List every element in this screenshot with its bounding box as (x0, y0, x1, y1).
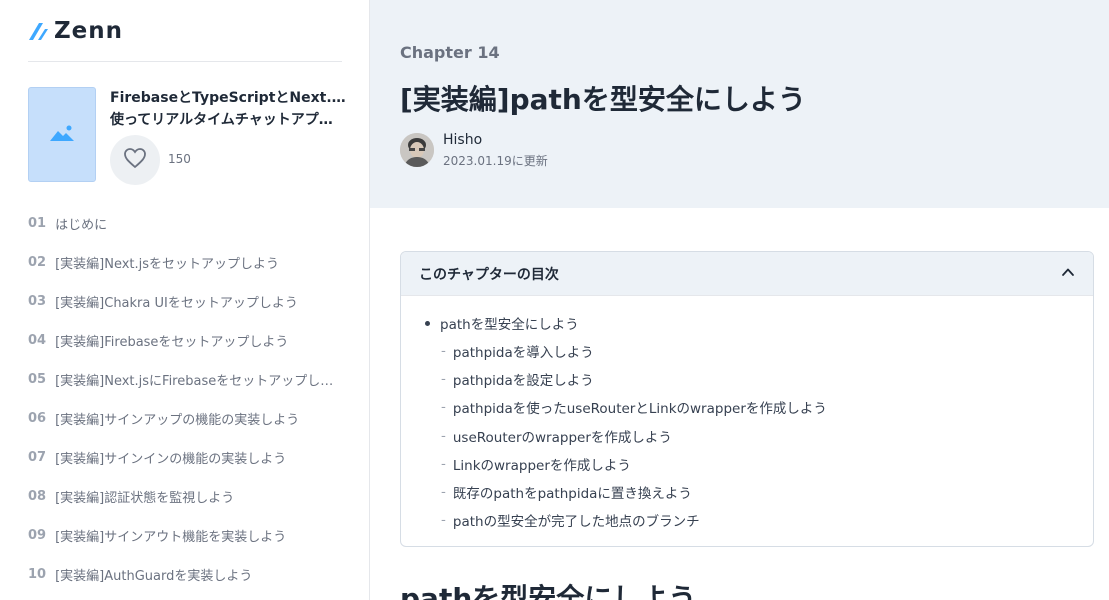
chapter-toc: このチャプターの目次 pathを型安全にしよう - pathpidaを導入しよう … (400, 251, 1094, 547)
like-button[interactable] (110, 135, 160, 185)
toc-sub-label: pathpidaを使ったuseRouterとLinkのwrapperを作成しよう (452, 401, 827, 418)
toc-sub-label: pathの型安全が完了した地点のブランチ (452, 514, 700, 531)
toc-title: このチャプターの目次 (419, 266, 559, 283)
dash-icon: - (441, 455, 446, 472)
chapter-item[interactable]: 03 [実装編]Chakra UIをセットアップしよう (28, 282, 348, 321)
updated-date: 2023.01.19に更新 (443, 154, 548, 168)
toc-sub-label: 既存のpathをpathpidaに置き換えよう (452, 485, 692, 502)
chapter-header: Chapter 14 [実装編]pathを型安全にしよう Hisho 2023.… (370, 0, 1109, 208)
chevron-up-icon[interactable] (1061, 264, 1075, 283)
toc-sub-item[interactable]: - useRouterのwrapperを作成しよう (441, 426, 1069, 446)
toc-main-label: pathを型安全にしよう (440, 317, 579, 333)
page-title: [実装編]pathを型安全にしよう (400, 83, 806, 116)
book-info: FirebaseとTypeScriptとNext.jsを 使ってリアルタイムチャ… (28, 87, 348, 185)
chapter-number: 04 (28, 333, 47, 348)
dash-icon: - (441, 512, 446, 529)
chapter-item[interactable]: 07 [実装編]サインインの機能の実装しよう (28, 438, 348, 477)
sidebar-divider (28, 61, 342, 62)
chapter-item[interactable]: 04 [実装編]Firebaseをセットアップしよう (28, 321, 348, 360)
toc-sub-item[interactable]: - pathpidaを設定しよう (441, 369, 1069, 389)
toc-sub-item[interactable]: - 既存のpathをpathpidaに置き換えよう (441, 482, 1069, 502)
section-heading: pathを型安全にしよう (400, 582, 697, 600)
chapter-number: 03 (28, 294, 47, 309)
book-cover[interactable] (28, 87, 96, 182)
book-title[interactable]: FirebaseとTypeScriptとNext.jsを 使ってリアルタイムチャ… (110, 87, 348, 131)
toc-sub-item[interactable]: - Linkのwrapperを作成しよう (441, 454, 1069, 474)
chapter-label: はじめに (55, 218, 108, 233)
chapter-item[interactable]: 02 [実装編]Next.jsをセットアップしよう (28, 243, 348, 282)
toc-sub-label: pathpidaを導入しよう (452, 345, 594, 361)
chapter-item[interactable]: 09 [実装編]サインアウト機能を実装しよう (28, 516, 348, 555)
bullet-icon (425, 320, 430, 326)
chapter-number: 10 (28, 567, 47, 582)
chapter-label: [実装編]Next.jsをセットアップしよう (55, 257, 280, 272)
toc-sub-label: pathpidaを設定しよう (452, 373, 594, 390)
chapter-label: [実装編]Chakra UIをセットアップしよう (55, 296, 298, 311)
toc-body: pathを型安全にしよう - pathpidaを導入しよう - pathpidaを設… (401, 296, 1093, 530)
image-placeholder-icon (49, 124, 75, 146)
chapter-label: [実装編]サインアウト機能を実装しよう (55, 530, 287, 545)
dash-icon: - (441, 483, 446, 500)
chapter-item[interactable]: 08 [実装編]認証状態を監視しよう (28, 477, 348, 516)
book-title-line-1: FirebaseとTypeScriptとNext.jsを (110, 90, 348, 106)
chapter-number: 07 (28, 450, 47, 465)
chapter-label: [実装編]Firebaseをセットアップしよう (55, 335, 289, 350)
dash-icon: - (441, 343, 446, 359)
chapter-number: 01 (28, 216, 47, 231)
logo-text: Zenn (54, 18, 124, 44)
toc-sub-label: useRouterのwrapperを作成しよう (452, 429, 672, 446)
toc-sub-item[interactable]: - pathpidaを使ったuseRouterとLinkのwrapperを作成しよ… (441, 397, 1069, 417)
chapter-number: 06 (28, 411, 47, 426)
dash-icon: - (441, 371, 446, 388)
sidebar: Zenn FirebaseとTypeScriptとNext.jsを 使ってリアル… (0, 0, 370, 600)
dash-icon: - (441, 427, 446, 444)
chapter-label: [実装編]AuthGuardを実装しよう (55, 569, 253, 584)
chapter-number: 08 (28, 489, 47, 504)
dash-icon: - (441, 399, 446, 416)
main-content: Chapter 14 [実装編]pathを型安全にしよう Hisho 2023.… (370, 0, 1109, 600)
chapter-item[interactable]: 10 [実装編]AuthGuardを実装しよう (28, 555, 348, 594)
chapter-item[interactable]: 05 [実装編]Next.jsにFirebaseをセットアップし… (28, 360, 348, 399)
chapter-item[interactable]: 06 [実装編]サインアップの機能の実装しよう (28, 399, 348, 438)
chapter-label: [実装編]サインインの機能の実装しよう (55, 452, 287, 467)
chapter-number: 05 (28, 372, 47, 387)
book-title-line-2: 使ってリアルタイムチャットアプ… (110, 112, 333, 128)
heart-icon (123, 147, 147, 173)
like-count: 150 (168, 152, 191, 166)
author-name[interactable]: Hisho (443, 132, 482, 148)
chapter-list: 01 はじめに 02 [実装編]Next.jsをセットアップしよう 03 [実装編]C… (28, 204, 348, 594)
chapter-label: [実装編]Next.jsにFirebaseをセットアップし… (55, 374, 334, 389)
toc-main-item[interactable]: pathを型安全にしよう (425, 313, 1069, 333)
toc-sub-item[interactable]: - pathpidaを導入しよう (441, 341, 1069, 361)
chapter-label: [実装編]認証状態を監視しよう (55, 491, 235, 506)
chapter-number: 09 (28, 528, 47, 543)
zenn-logo[interactable]: Zenn (28, 18, 123, 44)
toc-sub-item[interactable]: - pathの型安全が完了した地点のブランチ (441, 510, 1069, 530)
toc-sub-label: Linkのwrapperを作成しよう (452, 457, 631, 474)
chapter-item[interactable]: 01 はじめに (28, 204, 348, 243)
toc-toggle[interactable]: このチャプターの目次 (401, 252, 1093, 296)
zenn-logo-icon (28, 21, 48, 41)
chapter-label: Chapter 14 (400, 43, 500, 62)
avatar[interactable] (400, 133, 434, 167)
chapter-label: [実装編]サインアップの機能の実装しよう (55, 413, 300, 428)
chapter-number: 02 (28, 255, 47, 270)
